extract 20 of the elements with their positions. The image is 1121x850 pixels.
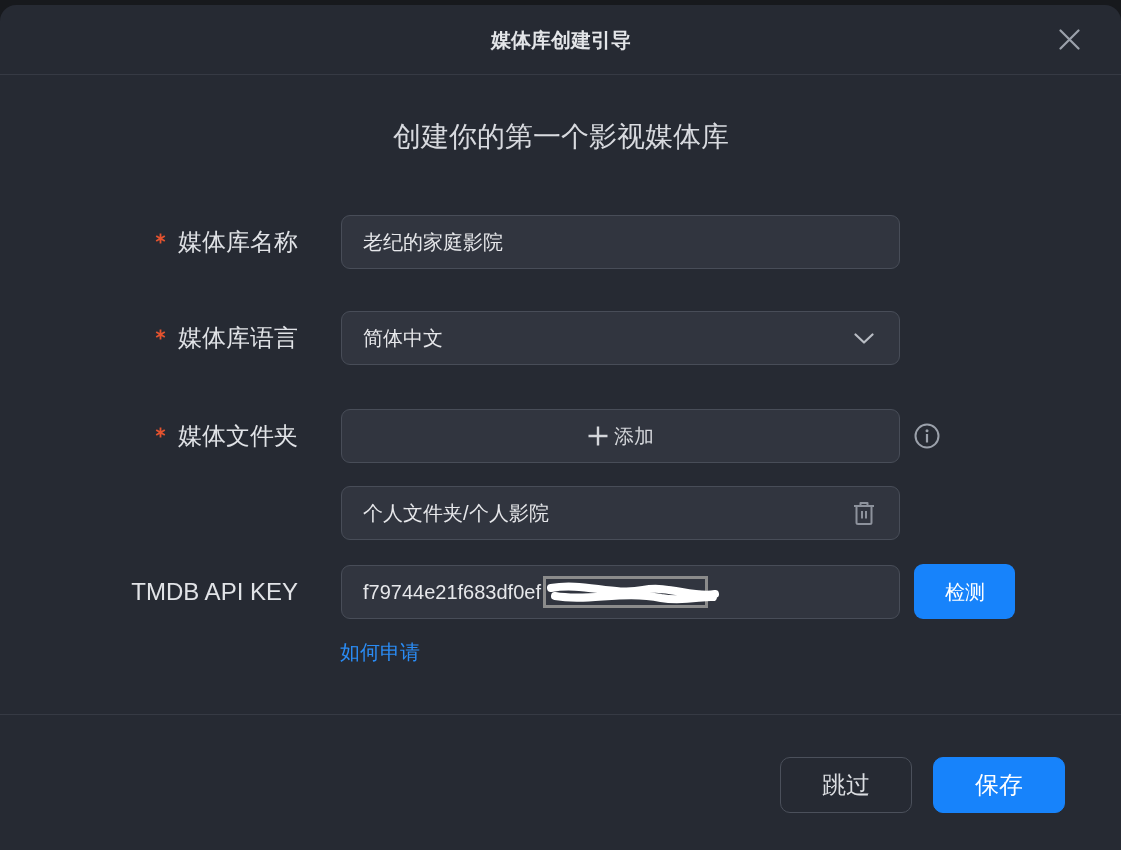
dialog-title: 媒体库创建引导 bbox=[490, 27, 631, 53]
add-folder-button[interactable]: 添加 bbox=[341, 409, 900, 463]
folder-item: 个人文件夹/个人影院 bbox=[341, 486, 900, 540]
section-heading: 创建你的第一个影视媒体库 bbox=[392, 120, 729, 154]
trash-icon[interactable] bbox=[853, 501, 875, 525]
field-label: 媒体库名称 bbox=[178, 227, 298, 257]
close-icon[interactable] bbox=[1059, 29, 1080, 50]
chevron-down-icon bbox=[854, 332, 874, 344]
name-input[interactable]: 老纪的家庭影院 bbox=[341, 215, 900, 269]
detect-button[interactable]: 检测 bbox=[914, 564, 1015, 619]
info-icon[interactable] bbox=[914, 423, 940, 449]
language-select[interactable]: 简体中文 bbox=[341, 311, 900, 365]
save-button[interactable]: 保存 bbox=[933, 757, 1065, 813]
help-link[interactable]: 如何申请 bbox=[340, 638, 420, 666]
field-label: TMDB API KEY bbox=[131, 576, 298, 607]
skip-button[interactable]: 跳过 bbox=[780, 757, 912, 813]
field-label: 媒体文件夹 bbox=[178, 421, 298, 451]
plus-icon bbox=[587, 426, 608, 446]
api-key-field[interactable]: f79744e21f683df0ef bbox=[341, 564, 900, 619]
field-label: 媒体库语言 bbox=[178, 323, 298, 353]
